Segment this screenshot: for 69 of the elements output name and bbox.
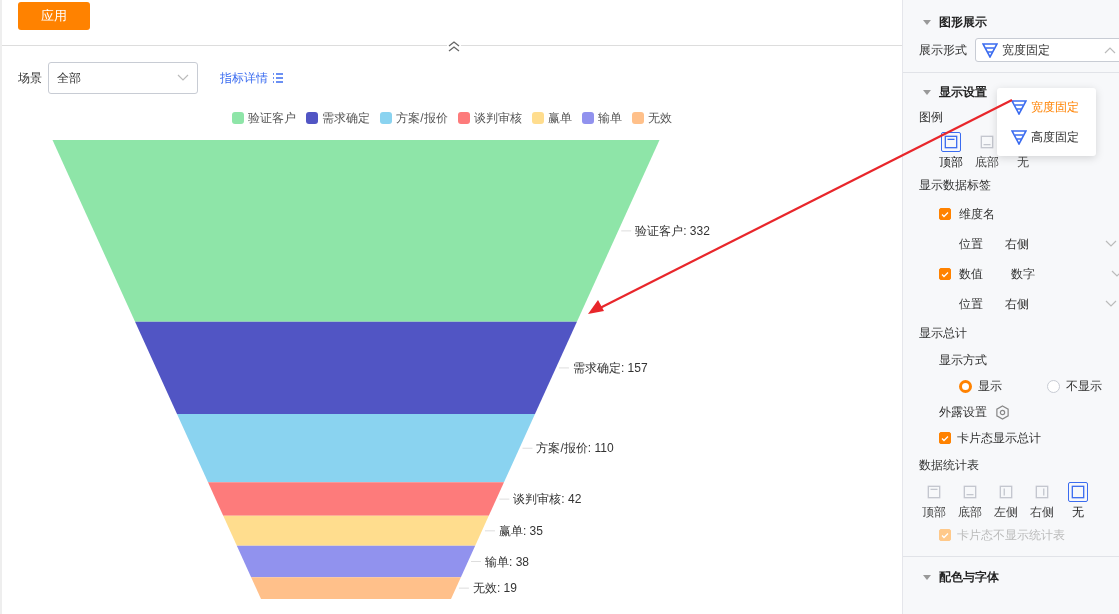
section-title: 显示设置 (939, 83, 987, 101)
position-value[interactable]: 右侧 (1005, 235, 1097, 253)
legend-label: 赢单 (547, 109, 572, 127)
funnel-label: 无效: 19 (472, 581, 517, 596)
option-label: 左侧 (994, 504, 1018, 521)
triangle-icon[interactable] (923, 19, 931, 25)
triangle-icon[interactable] (923, 89, 931, 95)
option-label: 顶部 (939, 154, 963, 171)
field-label: 外露设置 (939, 403, 987, 421)
field-label: 显示数据标签 (919, 176, 991, 194)
filter-label: 场景 (18, 69, 42, 87)
position-value[interactable]: 右侧 (1005, 295, 1097, 313)
funnel-icon (982, 42, 998, 58)
checkbox[interactable] (939, 208, 951, 220)
checkbox-label: 维度名 (959, 205, 995, 223)
position-icon[interactable] (1068, 482, 1088, 502)
funnel-icon (1011, 129, 1027, 145)
leader-line (470, 561, 482, 562)
funnel-icon (1011, 99, 1027, 115)
checkbox-label: 卡片态显示总计 (957, 429, 1041, 447)
triangle-icon[interactable] (923, 574, 931, 580)
details-link[interactable]: 指标详情 (220, 69, 284, 87)
chevron-down-icon (177, 74, 189, 82)
field-label: 展示形式 (919, 41, 967, 59)
field-label: 显示方式 (939, 351, 987, 369)
legend-label: 无效 (647, 109, 672, 127)
legend-label: 输单 (597, 109, 622, 127)
legend-label: 验证客户 (248, 109, 297, 127)
funnel-label: 赢单: 35 (498, 523, 543, 538)
section-title: 配色与字体 (939, 568, 999, 586)
checkbox[interactable] (939, 432, 951, 444)
funnel-label: 需求确定: 157 (572, 360, 648, 375)
option-label: 无 (1017, 154, 1029, 171)
option-label: 顶部 (922, 504, 946, 521)
settings-icon[interactable] (995, 404, 1010, 420)
radio-label: 不显示 (1066, 377, 1102, 395)
radio-label: 显示 (978, 377, 1002, 395)
field-label: 图例 (919, 108, 943, 126)
legend-label: 需求确定 (322, 109, 371, 127)
chevron-down-icon (1105, 240, 1117, 248)
field-label: 位置 (959, 235, 984, 253)
position-icon[interactable] (941, 132, 961, 152)
option-label: 底部 (975, 154, 999, 171)
option-label: 右侧 (1030, 504, 1054, 521)
chevron-down-icon (1105, 300, 1117, 308)
radio-button[interactable] (959, 379, 972, 393)
menu-item[interactable]: 高度固定 (1011, 125, 1096, 149)
checkbox-label: 数值 (959, 265, 984, 283)
checkbox[interactable] (939, 268, 951, 280)
funnel-label: 方案/报价: 110 (536, 441, 614, 456)
funnel-label: 输单: 38 (485, 554, 530, 569)
field-label: 显示总计 (919, 324, 967, 342)
list-icon (272, 73, 284, 83)
field-label: 数据统计表 (919, 456, 979, 474)
funnel-label: 验证客户: 332 (635, 223, 710, 238)
chevron-up-icon (1104, 46, 1116, 54)
legend-label: 方案/报价 (396, 109, 448, 127)
option-label: 底部 (958, 504, 982, 521)
collapse-icon[interactable] (447, 40, 461, 52)
field-label: 位置 (959, 295, 984, 313)
style-select[interactable]: 宽度固定 (975, 38, 1119, 62)
checkbox-label: 卡片态不显示统计表 (957, 526, 1065, 544)
legend-label: 谈判审核 (473, 109, 522, 127)
option-label: 无 (1072, 504, 1084, 521)
section-title: 图形展示 (939, 13, 987, 31)
radio-button[interactable] (1047, 379, 1060, 393)
scene-select[interactable]: 全部 (48, 62, 198, 94)
funnel-label: 谈判审核: 42 (513, 492, 582, 507)
format-value[interactable]: 数字 (1011, 265, 1103, 283)
